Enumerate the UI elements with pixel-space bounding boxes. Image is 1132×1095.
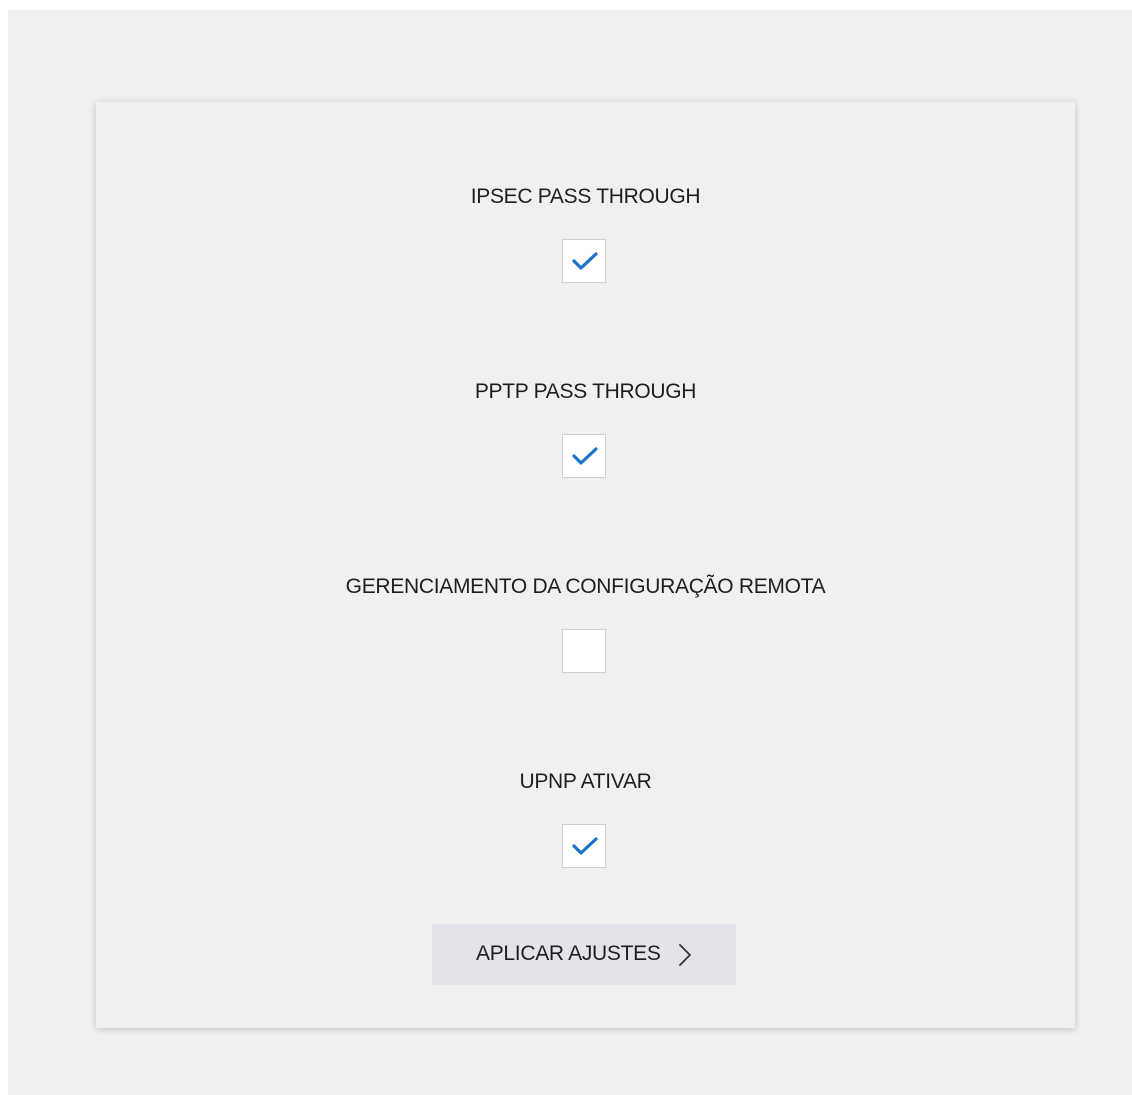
setting-label-upnp: UPNP ATIVAR [519, 770, 652, 793]
setting-label-pptp: PPTP PASS THROUGH [474, 380, 697, 403]
checkmark-icon [572, 447, 598, 465]
chevron-right-icon [679, 944, 691, 966]
upnp-enable-checkbox[interactable] [562, 824, 606, 868]
ipsec-pass-through-checkbox[interactable] [562, 239, 606, 283]
remote-config-management-checkbox[interactable] [562, 629, 606, 673]
checkmark-icon [572, 837, 598, 855]
apply-settings-label: APLICAR AJUSTES [476, 942, 661, 965]
setting-label-ipsec: IPSEC PASS THROUGH [470, 185, 701, 208]
pptp-pass-through-checkbox[interactable] [562, 434, 606, 478]
setting-label-remote-config: GERENCIAMENTO DA CONFIGURAÇÃO REMOTA [345, 575, 826, 598]
settings-card: IPSEC PASS THROUGH PPTP PASS THROUGH GER… [96, 102, 1075, 1028]
checkmark-icon [572, 252, 598, 270]
apply-settings-button[interactable]: APLICAR AJUSTES [432, 924, 736, 985]
page-background: IPSEC PASS THROUGH PPTP PASS THROUGH GER… [8, 10, 1132, 1095]
